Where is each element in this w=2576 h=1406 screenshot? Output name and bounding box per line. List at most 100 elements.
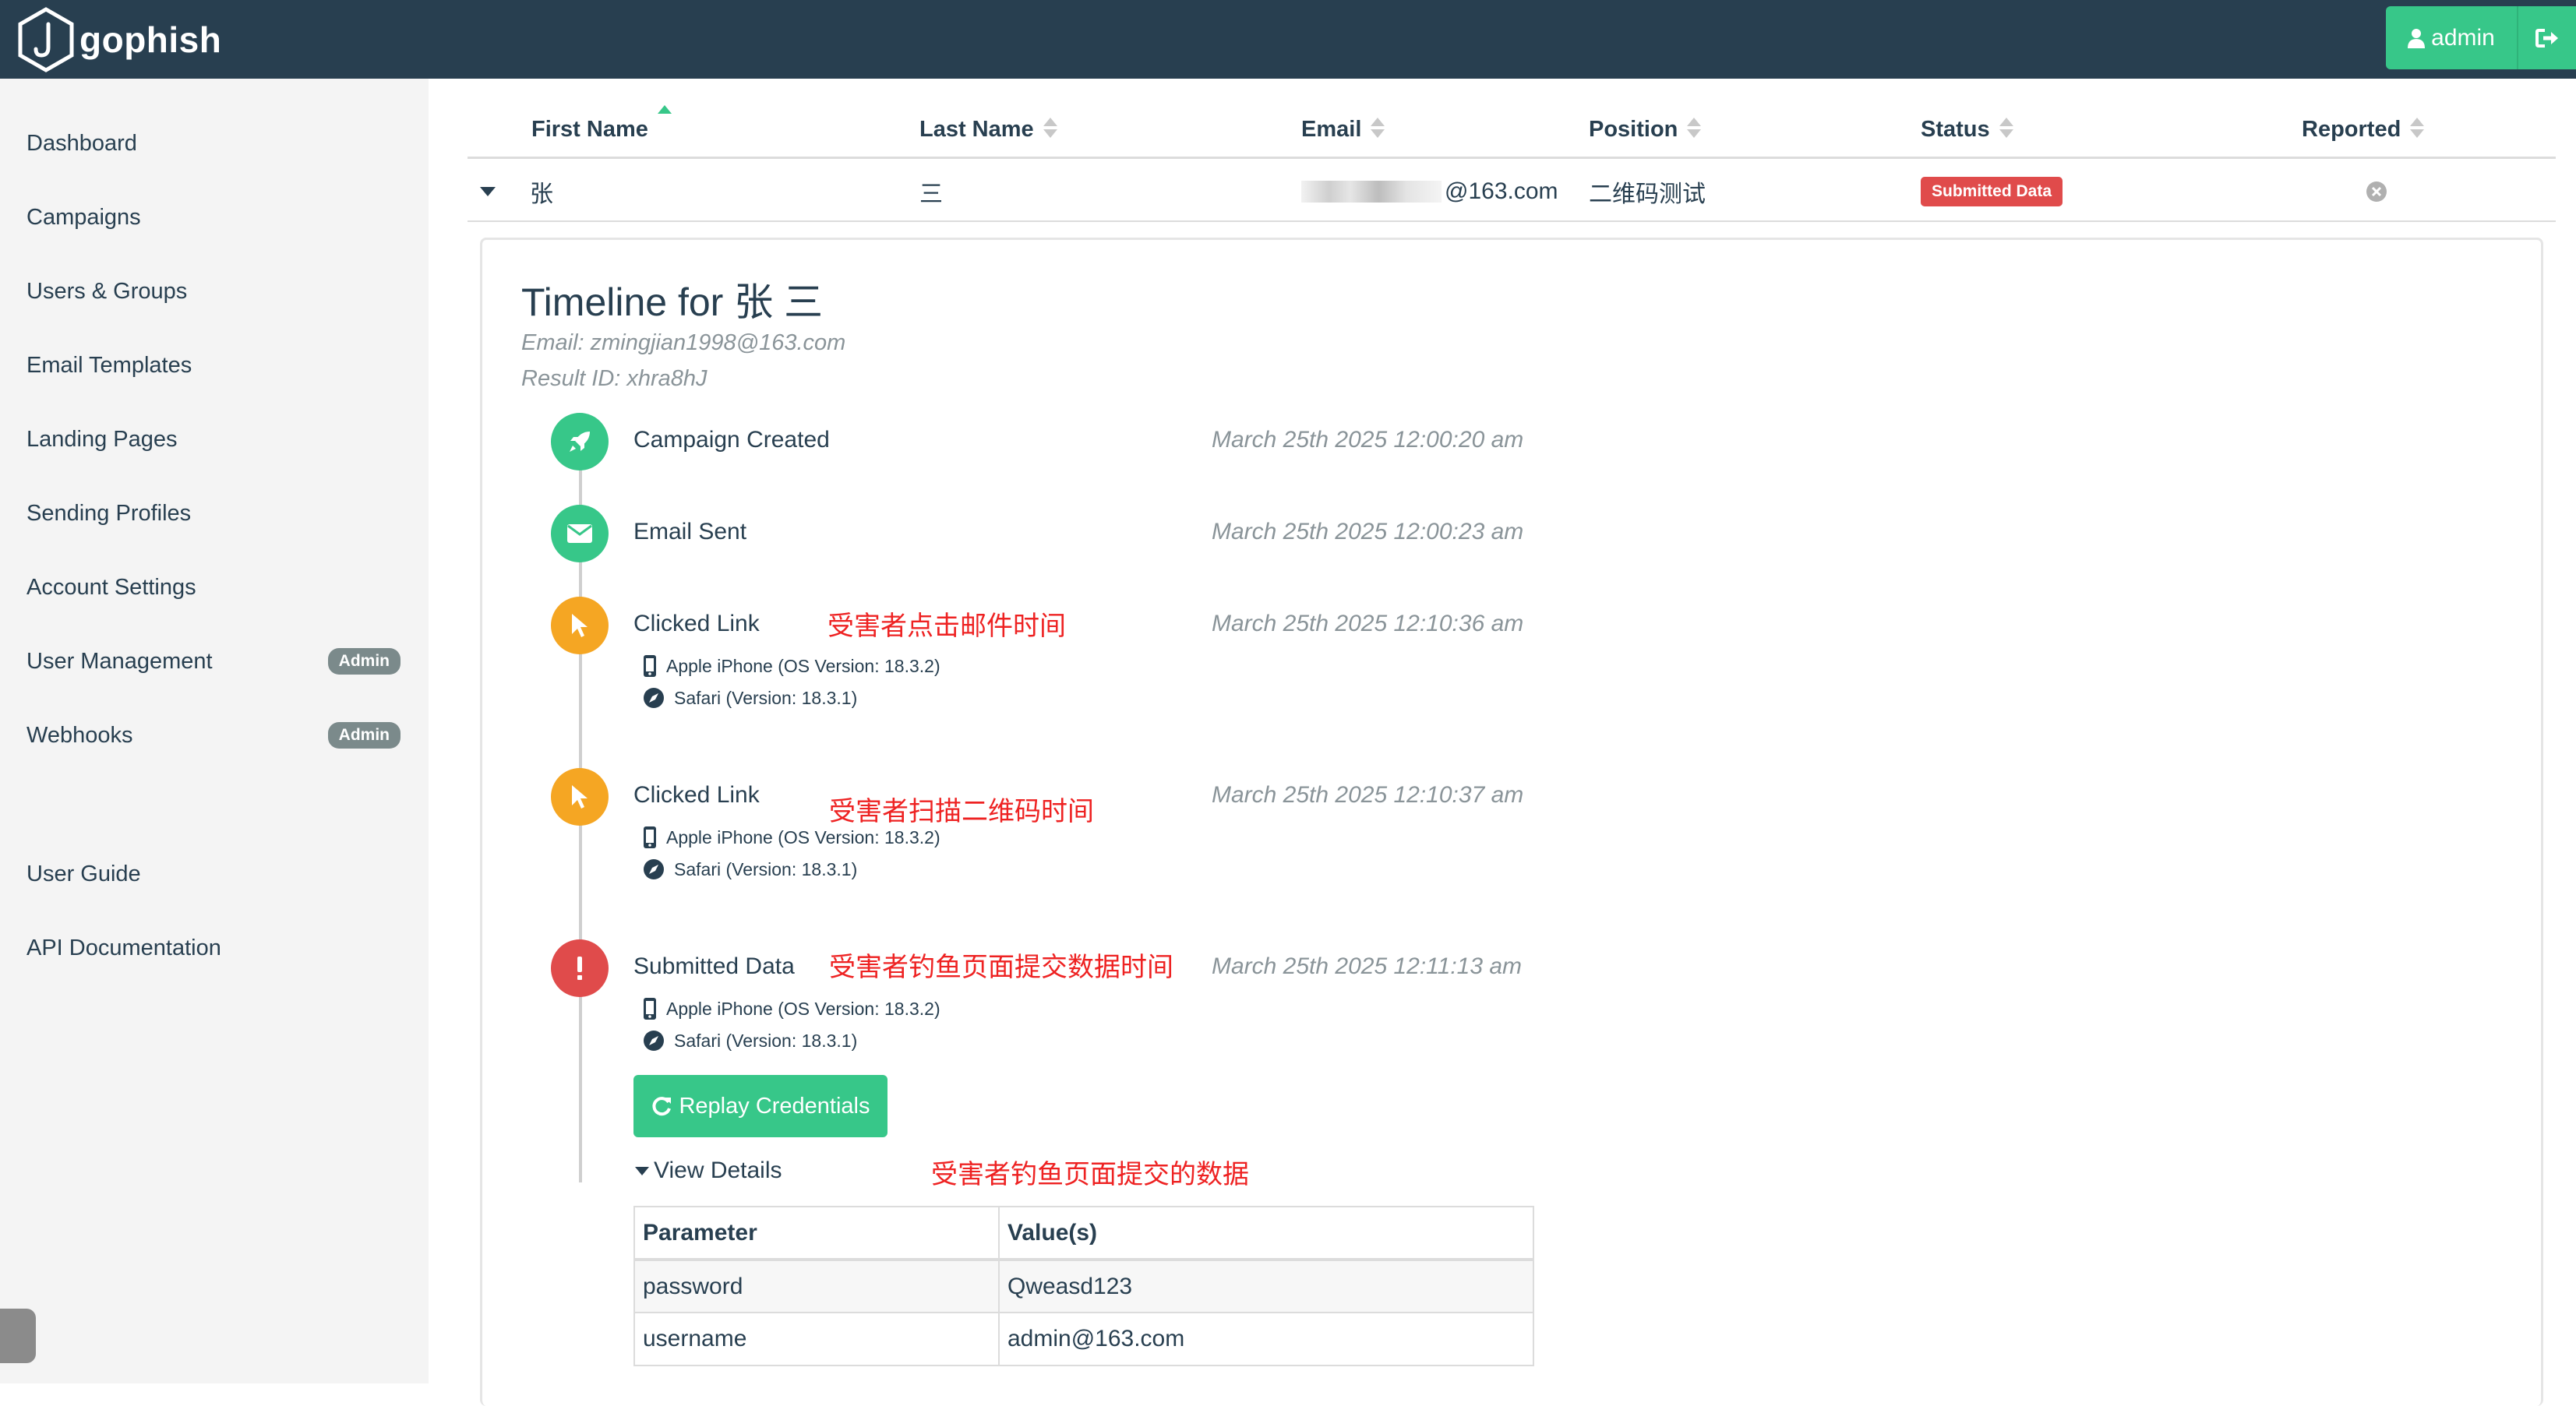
user-menu-button[interactable]: admin bbox=[2386, 6, 2518, 69]
column-header-reported[interactable]: Reported bbox=[2302, 110, 2425, 149]
event-icon-clicked-link bbox=[551, 597, 609, 654]
refresh-icon bbox=[652, 1097, 672, 1116]
details-annotation: 受害者钓鱼页面提交的数据 bbox=[931, 1160, 1249, 1189]
brand-name: gophish bbox=[79, 19, 222, 60]
gophish-logo-icon bbox=[18, 6, 74, 72]
sort-icon bbox=[1371, 116, 1385, 143]
mobile-icon bbox=[644, 998, 656, 1020]
cell-reported bbox=[2366, 172, 2387, 211]
sidebar-item-account-settings[interactable]: Account Settings bbox=[26, 568, 401, 607]
caret-down-icon bbox=[635, 1166, 649, 1175]
table-header-row: Parameter Value(s) bbox=[633, 1206, 1534, 1261]
timeline-panel: Timeline for 张 三 Email: zmingjian1998@16… bbox=[480, 238, 2543, 1406]
cursor-icon bbox=[572, 614, 588, 637]
event-browser: Safari (Version: 18.3.1) bbox=[643, 858, 857, 880]
event-icon-submitted-data bbox=[551, 939, 609, 997]
sidebar-item-campaigns[interactable]: Campaigns bbox=[26, 198, 401, 237]
sidebar-item-landing-pages[interactable]: Landing Pages bbox=[26, 420, 401, 459]
sidebar-item-user-management[interactable]: User Management Admin bbox=[26, 642, 401, 681]
timeline-result-id: Result ID: xhra8hJ bbox=[521, 366, 708, 391]
timeline-email: Email: zmingjian1998@163.com bbox=[521, 330, 846, 355]
event-icon-clicked-link bbox=[551, 768, 609, 826]
column-header-email[interactable]: Email bbox=[1301, 110, 1385, 149]
column-header-first-name[interactable]: First Name bbox=[531, 105, 672, 149]
column-header-parameter: Parameter bbox=[633, 1206, 1000, 1261]
row-expand-toggle[interactable] bbox=[480, 172, 496, 211]
sort-icon bbox=[1999, 116, 2013, 143]
cell-last-name: 三 bbox=[919, 181, 943, 207]
cell-parameter: password bbox=[633, 1259, 1000, 1313]
row-divider bbox=[468, 220, 2556, 222]
event-icon-email-sent bbox=[551, 505, 609, 562]
safari-icon bbox=[644, 688, 664, 708]
replay-credentials-button[interactable]: Replay Credentials bbox=[633, 1075, 887, 1137]
logout-icon bbox=[2535, 28, 2558, 48]
event-label: Clicked Link bbox=[633, 611, 760, 636]
submitted-data-table: Parameter Value(s) password Qweasd123 us… bbox=[633, 1206, 1534, 1366]
event-label: Email Sent bbox=[633, 519, 747, 544]
safari-icon bbox=[644, 1031, 664, 1051]
sort-asc-icon bbox=[657, 104, 672, 130]
envelope-icon bbox=[567, 524, 592, 543]
user-menu-label: admin bbox=[2431, 24, 2495, 51]
brand[interactable]: gophish bbox=[17, 2, 221, 77]
sidebar-toggle-handle[interactable] bbox=[0, 1309, 36, 1363]
sidebar-item-webhooks[interactable]: Webhooks Admin bbox=[26, 716, 401, 755]
cell-value: Qweasd123 bbox=[998, 1259, 1534, 1313]
cell-parameter: username bbox=[633, 1312, 1000, 1366]
sort-icon bbox=[1687, 116, 1702, 143]
view-details-toggle[interactable]: View Details bbox=[635, 1158, 782, 1184]
event-annotation: 受害者扫描二维码时间 bbox=[829, 797, 1094, 826]
sort-icon bbox=[1043, 116, 1057, 143]
mobile-icon bbox=[644, 826, 656, 848]
event-device: Apple iPhone (OS Version: 18.3.2) bbox=[643, 654, 940, 678]
event-label: Campaign Created bbox=[633, 427, 830, 453]
cell-first-name: 张 bbox=[530, 181, 553, 207]
sidebar-item-api-documentation[interactable]: API Documentation bbox=[26, 929, 401, 967]
table-row: password Qweasd123 bbox=[633, 1259, 1534, 1313]
main-content: First Name Last Name Email Position Stat… bbox=[429, 79, 2576, 1406]
event-annotation: 受害者点击邮件时间 bbox=[827, 611, 1066, 641]
sidebar-item-user-guide[interactable]: User Guide bbox=[26, 855, 401, 893]
safari-icon bbox=[644, 859, 664, 879]
event-device: Apple iPhone (OS Version: 18.3.2) bbox=[643, 997, 940, 1020]
column-header-values: Value(s) bbox=[998, 1206, 1534, 1261]
sidebar: Dashboard Campaigns Users & Groups Email… bbox=[0, 79, 429, 1383]
rocket-icon bbox=[570, 432, 590, 452]
top-navbar: gophish admin bbox=[0, 0, 2576, 79]
sidebar-item-sending-profiles[interactable]: Sending Profiles bbox=[26, 494, 401, 533]
event-label: Submitted Data bbox=[633, 953, 795, 979]
caret-down-icon bbox=[480, 187, 496, 196]
sort-icon bbox=[2410, 116, 2425, 143]
table-row: username admin@163.com bbox=[633, 1312, 1534, 1366]
admin-badge: Admin bbox=[327, 648, 401, 675]
sidebar-item-email-templates[interactable]: Email Templates bbox=[26, 346, 401, 385]
column-header-position[interactable]: Position bbox=[1589, 110, 1702, 149]
event-icon-campaign-created bbox=[551, 413, 609, 470]
column-header-last-name[interactable]: Last Name bbox=[919, 110, 1057, 149]
cell-status: Submitted Data bbox=[1921, 172, 2063, 211]
user-icon bbox=[2408, 28, 2426, 48]
cell-position: 二维码测试 bbox=[1589, 181, 1706, 207]
status-badge: Submitted Data bbox=[1921, 177, 2063, 206]
exclamation-icon bbox=[577, 957, 582, 980]
timeline-title: Timeline for 张 三 bbox=[521, 280, 824, 324]
sidebar-item-users-groups[interactable]: Users & Groups bbox=[26, 272, 401, 311]
cell-value: admin@163.com bbox=[998, 1312, 1534, 1366]
event-time: March 25th 2025 12:11:13 am bbox=[1212, 953, 1523, 979]
event-time: March 25th 2025 12:10:37 am bbox=[1212, 782, 1524, 808]
column-header-status[interactable]: Status bbox=[1921, 110, 2013, 149]
admin-badge: Admin bbox=[327, 722, 401, 749]
event-time: March 25th 2025 12:10:36 am bbox=[1212, 611, 1524, 636]
not-reported-icon bbox=[2366, 181, 2387, 202]
logout-button[interactable] bbox=[2518, 6, 2576, 69]
header-divider bbox=[468, 157, 2556, 159]
cell-email: @163.com bbox=[1301, 172, 1558, 211]
event-label: Clicked Link bbox=[633, 782, 760, 808]
event-browser: Safari (Version: 18.3.1) bbox=[643, 687, 857, 709]
sidebar-item-dashboard[interactable]: Dashboard bbox=[26, 124, 401, 163]
event-time: March 25th 2025 12:00:23 am bbox=[1212, 519, 1524, 544]
event-device: Apple iPhone (OS Version: 18.3.2) bbox=[643, 826, 940, 849]
event-annotation: 受害者钓鱼页面提交数据时间 bbox=[829, 953, 1173, 982]
mobile-icon bbox=[644, 655, 656, 677]
